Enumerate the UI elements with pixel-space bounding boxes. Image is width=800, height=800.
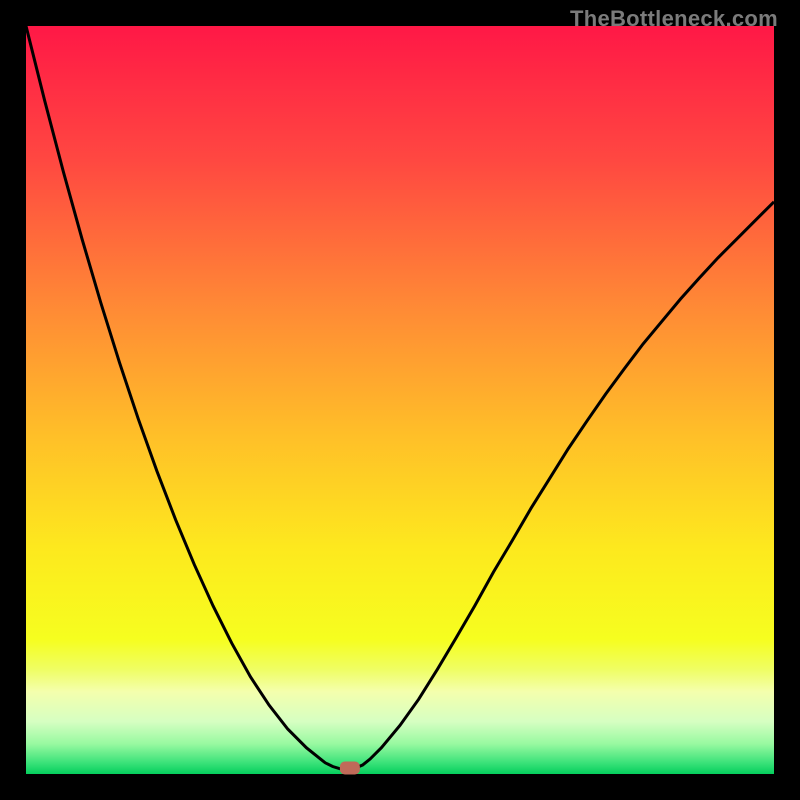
optimal-marker <box>340 762 360 775</box>
bottleneck-chart <box>0 0 800 800</box>
watermark-text: TheBottleneck.com <box>570 6 778 32</box>
gradient-background <box>26 26 774 774</box>
chart-container: TheBottleneck.com <box>0 0 800 800</box>
